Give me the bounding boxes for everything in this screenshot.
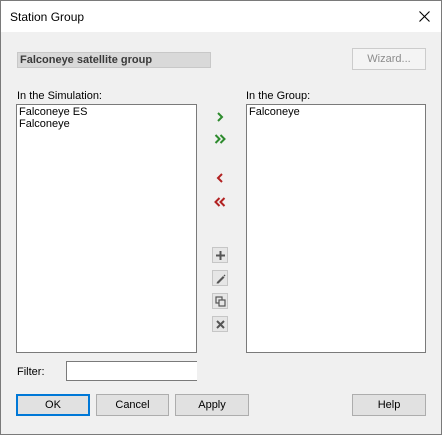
window-title: Station Group — [10, 10, 85, 24]
wizard-button: Wizard... — [352, 48, 426, 70]
filter-input[interactable] — [66, 361, 197, 381]
plus-icon — [215, 250, 225, 260]
chevron-right-icon — [217, 112, 224, 122]
cancel-button[interactable]: Cancel — [96, 394, 169, 416]
list-item[interactable]: Falconeye — [249, 106, 423, 118]
apply-button[interactable]: Apply — [175, 394, 249, 416]
delete-button[interactable] — [212, 316, 228, 332]
simulation-list[interactable]: Falconeye ES Falconeye — [16, 104, 197, 353]
double-chevron-right-icon — [214, 134, 226, 144]
add-all-button[interactable] — [212, 131, 228, 147]
close-button[interactable] — [407, 1, 441, 32]
simulation-list-label: In the Simulation: — [17, 90, 102, 102]
edit-button[interactable] — [212, 270, 228, 286]
new-button[interactable] — [212, 247, 228, 263]
filter-label: Filter: — [17, 366, 45, 378]
list-item[interactable]: Falconeye ES — [19, 106, 194, 118]
double-chevron-left-icon — [214, 197, 226, 207]
pencil-icon — [216, 274, 225, 283]
help-button[interactable]: Help — [352, 394, 426, 416]
group-name-field[interactable]: Falconeye satellite group — [17, 52, 211, 68]
title-bar: Station Group — [1, 1, 441, 32]
remove-all-button[interactable] — [212, 194, 228, 210]
add-selected-button[interactable] — [212, 109, 228, 125]
remove-selected-button[interactable] — [212, 170, 228, 186]
close-icon — [418, 11, 430, 22]
group-list[interactable]: Falconeye — [246, 104, 426, 353]
chevron-left-icon — [216, 173, 223, 183]
list-item[interactable]: Falconeye — [19, 118, 194, 130]
duplicate-button[interactable] — [212, 293, 228, 309]
ok-button[interactable]: OK — [16, 394, 90, 416]
x-icon — [215, 319, 225, 329]
group-list-label: In the Group: — [246, 90, 311, 102]
duplicate-icon — [214, 295, 226, 307]
